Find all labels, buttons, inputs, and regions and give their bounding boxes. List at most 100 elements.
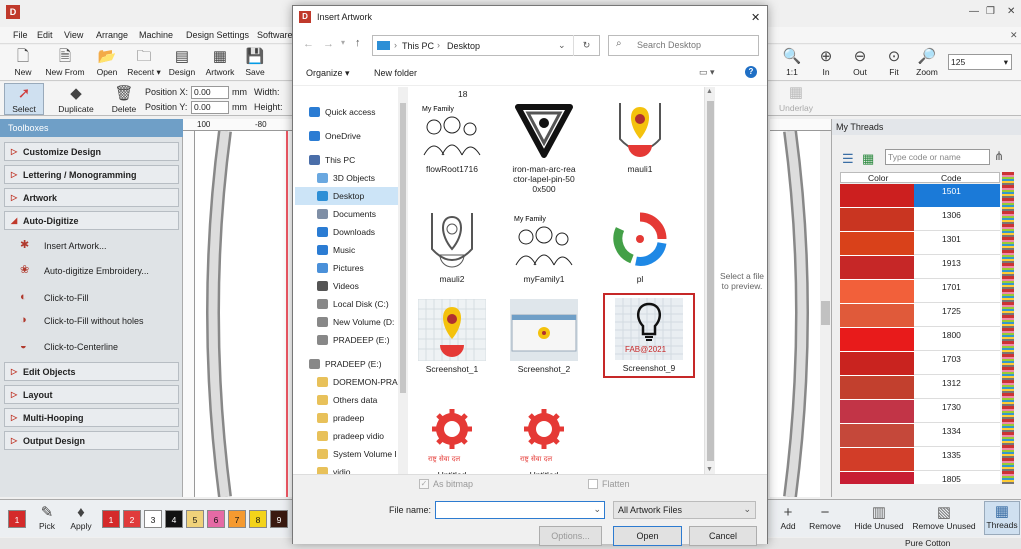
position-y-input[interactable]: 0.00 <box>191 101 229 114</box>
breadcrumb-this-pc[interactable]: This PC <box>402 41 434 51</box>
new-button[interactable]: 🗋 New <box>8 47 38 77</box>
pick-button[interactable]: ✎ Pick <box>34 503 60 531</box>
file-item[interactable]: iron-man-arc-rea ctor-lapel-pin-50 0x500 <box>503 99 585 194</box>
new-folder-button[interactable]: New folder <box>374 68 417 78</box>
delete-button[interactable]: 🗑 Delete <box>108 84 140 114</box>
file-type-select[interactable]: All Artwork Files ⌄ <box>613 501 756 519</box>
menu-arrange[interactable]: Arrange <box>96 30 128 40</box>
menu-file[interactable]: File <box>13 30 28 40</box>
nav-item[interactable]: Desktop <box>295 187 399 205</box>
color-swatch[interactable]: 6 <box>207 510 225 528</box>
nav-item[interactable]: OneDrive <box>295 127 399 145</box>
design-button[interactable]: ▤ Design <box>167 47 197 77</box>
remove-button[interactable]: − Remove <box>806 503 844 531</box>
thread-row[interactable]: 1312 <box>840 376 1000 400</box>
new-from-button[interactable]: 🗎 New From <box>42 47 88 77</box>
zoom-in-button[interactable]: ⊕ In <box>812 47 840 77</box>
nav-item[interactable]: Documents <box>295 205 399 223</box>
nav-item[interactable]: This PC <box>295 151 399 169</box>
file-item[interactable]: pl <box>599 209 681 284</box>
menu-close-icon[interactable]: ✕ <box>1010 30 1018 41</box>
flatten-checkbox[interactable] <box>588 479 598 489</box>
view-options-icon[interactable]: ▭ ▾ <box>699 67 715 78</box>
thread-row[interactable]: 1701 <box>840 280 1000 304</box>
file-item[interactable]: FAB@2021 Screenshot_9 <box>603 293 695 378</box>
chevron-down-icon[interactable]: ⌄ <box>558 40 566 51</box>
thread-row[interactable]: 1301 <box>840 232 1000 256</box>
search-desktop-input[interactable]: Search Desktop <box>608 35 759 56</box>
current-color-swatch[interactable]: 1 <box>8 510 26 528</box>
grid-view-icon[interactable]: ▦ <box>862 151 874 167</box>
recent-button[interactable]: 🗀 Recent ▾ <box>125 47 163 78</box>
section-artwork[interactable]: ▷ Artwork <box>4 188 179 207</box>
nav-item[interactable]: System Volume I <box>295 445 399 463</box>
select-button[interactable]: ➚ Select <box>4 83 44 115</box>
position-x-input[interactable]: 0.00 <box>191 86 229 99</box>
nav-item[interactable]: pradeep <box>295 409 399 427</box>
restore-icon[interactable]: ❐ <box>986 6 995 17</box>
file-item[interactable]: राष्ट्र सेवा दलUntitled <box>411 405 493 480</box>
section-lettering[interactable]: ▷ Lettering / Monogramming <box>4 165 179 184</box>
section-auto-digitize[interactable]: ◢ Auto-Digitize <box>4 211 179 230</box>
click-to-fill-no-holes-item[interactable]: ◑ Click-to-Fill without holes <box>16 310 179 332</box>
apply-button[interactable]: ♦ Apply <box>66 503 96 531</box>
auto-digitize-item[interactable]: ❀ Auto-digitize Embroidery... <box>16 260 179 282</box>
remove-unused-button[interactable]: ▧ Remove Unused <box>910 503 978 531</box>
list-view-icon[interactable]: ☰ <box>842 151 854 167</box>
help-icon[interactable]: ? <box>745 66 757 78</box>
nav-item[interactable]: pradeep vidio <box>295 427 399 445</box>
section-multi-hooping[interactable]: ▷ Multi-Hooping <box>4 408 179 427</box>
add-button[interactable]: + Add <box>776 503 800 531</box>
menu-edit[interactable]: Edit <box>37 30 53 40</box>
thread-row[interactable]: 1501 <box>840 184 1000 208</box>
up-arrow-icon[interactable]: ↑ <box>355 37 361 49</box>
minimize-icon[interactable]: — <box>969 6 979 17</box>
zoom-select[interactable]: 125 ▾ <box>948 54 1012 70</box>
thread-search-input[interactable]: Type code or name <box>885 149 990 165</box>
insert-artwork-item[interactable]: ✱ Insert Artwork... <box>16 235 179 257</box>
nav-item[interactable]: Pictures <box>295 259 399 277</box>
file-name-input[interactable]: ⌄ <box>435 501 605 519</box>
dialog-close-icon[interactable]: ✕ <box>751 11 760 24</box>
cancel-button[interactable]: Cancel <box>689 526 757 546</box>
file-item[interactable]: My Family flowRoot1716 <box>411 99 493 174</box>
section-output-design[interactable]: ▷ Output Design <box>4 431 179 450</box>
color-swatch[interactable]: 1 <box>102 510 120 528</box>
open-button[interactable]: 📂 Open <box>92 47 122 77</box>
underlay-button[interactable]: ▦ Underlay <box>776 83 816 113</box>
zoom-out-button[interactable]: ⊖ Out <box>846 47 874 77</box>
thread-row[interactable]: 1334 <box>840 424 1000 448</box>
thread-row[interactable]: 1805 <box>840 472 1000 484</box>
organize-button[interactable]: Organize ▾ <box>306 68 350 79</box>
nav-item[interactable]: PRADEEP (E:) <box>295 331 399 349</box>
as-bitmap-checkbox[interactable]: ✓ <box>419 479 429 489</box>
nav-scrollbar[interactable] <box>398 87 408 474</box>
forward-arrow-icon[interactable]: → <box>323 38 334 50</box>
nav-item[interactable]: Music <box>295 241 399 259</box>
nav-item[interactable]: New Volume (D: <box>295 313 399 331</box>
zoom-1to1-button[interactable]: 🔍 1:1 <box>778 47 806 77</box>
file-item[interactable]: Screenshot_2 <box>503 299 585 374</box>
color-swatch[interactable]: 4 <box>165 510 183 528</box>
color-swatch[interactable]: 3 <box>144 510 162 528</box>
menu-software[interactable]: Software <box>257 30 293 40</box>
section-layout[interactable]: ▷ Layout <box>4 385 179 404</box>
nav-item[interactable]: DOREMON-PRA <box>295 373 399 391</box>
click-to-centerline-item[interactable]: ◒ Click-to-Centerline <box>16 336 179 358</box>
save-button[interactable]: 💾 Save <box>242 47 268 77</box>
open-button[interactable]: Open <box>613 526 682 546</box>
recent-locations-icon[interactable]: ▾ <box>341 38 345 47</box>
breadcrumb-desktop[interactable]: Desktop <box>447 41 480 51</box>
thread-row[interactable]: 1730 <box>840 400 1000 424</box>
file-item[interactable]: mauli1 <box>599 99 681 174</box>
thread-row[interactable]: 1703 <box>840 352 1000 376</box>
duplicate-button[interactable]: ◆ Duplicate <box>54 84 98 114</box>
file-scrollbar[interactable]: ▲ ▼ <box>704 87 715 474</box>
thread-scrollbar[interactable] <box>1002 172 1014 484</box>
zoom-button[interactable]: 🔎 Zoom <box>912 47 942 77</box>
color-swatch[interactable]: 5 <box>186 510 204 528</box>
nav-item[interactable]: Local Disk (C:) <box>295 295 399 313</box>
file-item[interactable]: mauli2 <box>411 209 493 284</box>
file-item[interactable]: Screenshot_1 <box>411 299 493 374</box>
nav-item[interactable]: Quick access <box>295 103 399 121</box>
